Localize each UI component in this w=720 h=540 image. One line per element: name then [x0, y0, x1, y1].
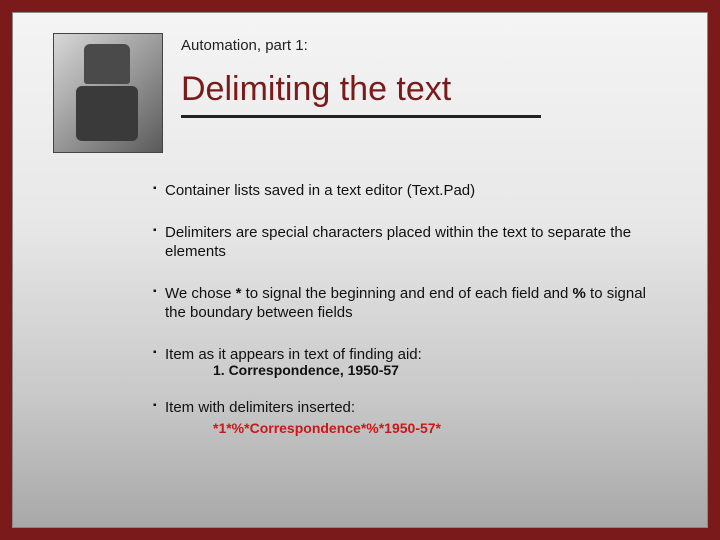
- slide-subtitle: Automation, part 1:: [181, 37, 667, 54]
- example-plain: 1. Correspondence, 1950-57: [213, 362, 667, 378]
- bullet-item: Item with delimiters inserted:: [153, 398, 667, 418]
- slide-body: Automation, part 1: Delimiting the text …: [12, 12, 708, 528]
- bullet-item: Container lists saved in a text editor (…: [153, 181, 667, 201]
- slide-frame: Automation, part 1: Delimiting the text …: [0, 0, 720, 540]
- slide-title: Delimiting the text: [181, 70, 541, 118]
- bullet-text: We chose: [165, 285, 236, 302]
- bullet-text: to signal the beginning and end of each …: [241, 285, 572, 302]
- header-row: Automation, part 1: Delimiting the text: [53, 33, 667, 153]
- bullet-item: Item as it appears in text of finding ai…: [153, 345, 667, 365]
- content-area: Container lists saved in a text editor (…: [153, 181, 667, 436]
- percent-symbol: %: [573, 285, 586, 302]
- bullet-item: Delimiters are special characters placed…: [153, 223, 667, 262]
- title-block: Automation, part 1: Delimiting the text: [181, 33, 667, 118]
- example-delimited: *1*%*Correspondence*%*1950-57*: [213, 420, 667, 436]
- bullet-item: We chose * to signal the beginning and e…: [153, 284, 667, 323]
- robot-image: [53, 33, 163, 153]
